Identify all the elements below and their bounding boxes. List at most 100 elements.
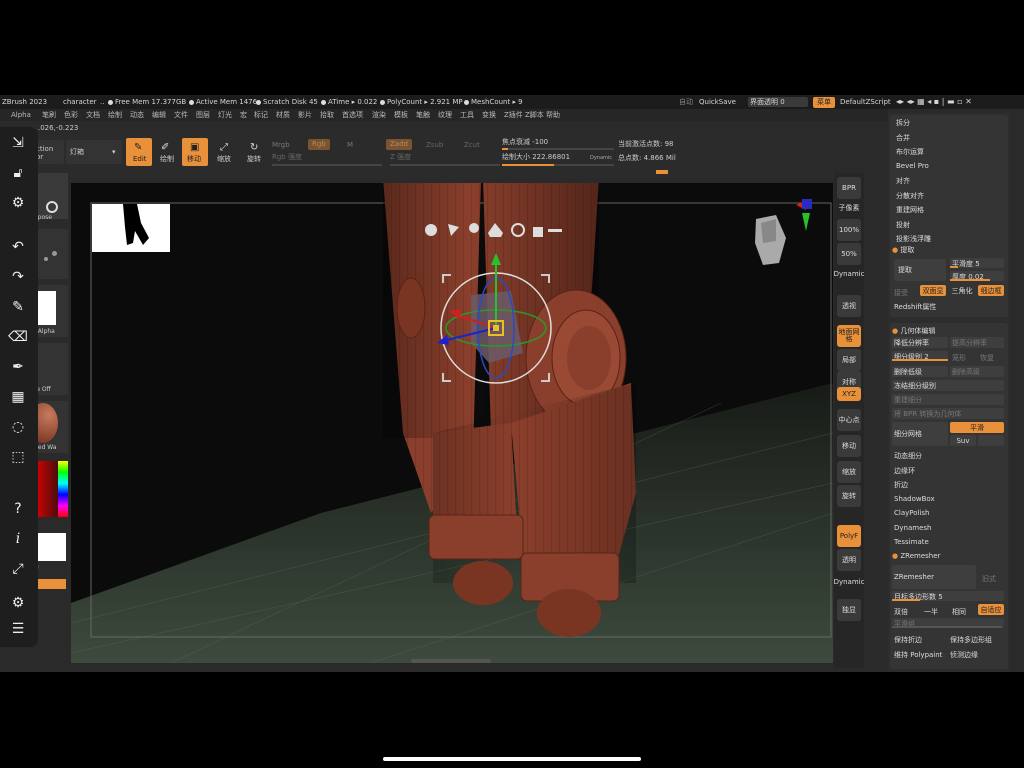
- menu-item[interactable]: 文档: [86, 112, 100, 119]
- eraser-icon[interactable]: ⌫: [8, 327, 28, 347]
- suv-toggle[interactable]: Suv: [950, 435, 976, 446]
- right-shelf-button[interactable]: BPR: [837, 177, 861, 199]
- triangulate-button[interactable]: 三角化: [949, 285, 975, 296]
- geometry-subpalette-item[interactable]: 动态细分: [894, 451, 922, 461]
- keep-polypaint-button[interactable]: 维持 Polypaint: [894, 650, 942, 660]
- material-thumbnail[interactable]: Red Wa: [28, 401, 68, 453]
- menu-button[interactable]: 菜单: [813, 97, 835, 108]
- redshift-properties[interactable]: Redshift属性: [894, 302, 936, 312]
- menu-item[interactable]: 图层: [196, 112, 210, 119]
- subtool-function-item[interactable]: 投影浅浮雕: [896, 234, 931, 244]
- hue-bar[interactable]: [58, 461, 68, 517]
- menu-item[interactable]: 标记: [254, 112, 268, 119]
- detect-edges-button[interactable]: 侦测边缘: [950, 650, 978, 660]
- help-icon[interactable]: ?: [8, 499, 28, 519]
- right-shelf-button[interactable]: 局部: [837, 349, 861, 371]
- menu-item[interactable]: 色彩: [64, 112, 78, 119]
- legacy-button[interactable]: 旧式: [982, 574, 996, 584]
- menu-item[interactable]: Alpha: [11, 112, 31, 119]
- marquee-icon[interactable]: ⬚: [8, 447, 28, 467]
- z-intensity-slider[interactable]: Z 强度: [390, 154, 411, 161]
- lower-res-button[interactable]: 降低分辨率: [892, 337, 948, 348]
- menu-item[interactable]: 工具: [460, 112, 474, 119]
- extract-accept-button[interactable]: 接受: [894, 288, 908, 298]
- geometry-subpalette-item[interactable]: 折边: [894, 480, 908, 490]
- divide-button[interactable]: 细分网格: [892, 422, 948, 446]
- menu-item[interactable]: Z脚本: [525, 112, 544, 119]
- subtool-function-item[interactable]: 投射: [896, 220, 910, 230]
- lasso-icon[interactable]: ◌: [8, 417, 28, 437]
- lightbox-button[interactable]: 灯箱 ▾: [66, 140, 122, 164]
- subtool-function-item[interactable]: 拆分: [896, 118, 910, 128]
- extract-thickness-slider[interactable]: 厚度 0.02: [950, 271, 1004, 281]
- brush-icon[interactable]: ✎: [8, 297, 28, 317]
- pen-icon[interactable]: ✒: [8, 357, 28, 377]
- expand-icon[interactable]: ⤢: [8, 559, 28, 579]
- zsub-button[interactable]: Zsub: [426, 142, 443, 149]
- shelf-scroll-indicator[interactable]: [656, 170, 668, 174]
- draw-button[interactable]: ✐ 绘制: [156, 138, 178, 166]
- right-shelf-button[interactable]: 子像素: [837, 201, 861, 215]
- geometry-section-title[interactable]: ● 几何体编辑: [892, 326, 935, 336]
- subtool-function-item[interactable]: 合并: [896, 133, 910, 143]
- right-shelf-button[interactable]: PolyF: [837, 525, 861, 547]
- extract-smooth-slider[interactable]: 平滑度 5: [950, 258, 1004, 268]
- right-shelf-button[interactable]: Dynamic: [834, 267, 865, 281]
- pose-thumbnail[interactable]: apose: [34, 173, 68, 221]
- gizmo-settings-icon[interactable]: [425, 224, 437, 236]
- menu-item[interactable]: 模板: [394, 112, 408, 119]
- right-shelf-button[interactable]: 缩放: [837, 461, 861, 483]
- gizmo-location-icon[interactable]: [469, 223, 479, 233]
- scale-button[interactable]: ⤢ 缩放: [212, 138, 238, 166]
- bpr-to-geo-button[interactable]: 将 BPR 转换为几何体: [892, 408, 1004, 419]
- menu-item[interactable]: 宏: [240, 112, 247, 119]
- subtool-function-item[interactable]: 布尔运算: [896, 147, 924, 157]
- gizmo-dash-icon[interactable]: [548, 229, 562, 232]
- cage-button[interactable]: 笼形: [952, 353, 966, 363]
- rgb-intensity-slider[interactable]: Rgb 强度: [272, 154, 302, 161]
- reproject-button[interactable]: 重建细分: [892, 394, 1004, 405]
- right-shelf-button[interactable]: 地面网格: [837, 325, 861, 347]
- edit-button[interactable]: ✎ Edit: [126, 138, 152, 166]
- m-button[interactable]: M: [347, 142, 353, 149]
- axis-indicator[interactable]: [796, 199, 812, 231]
- default-zscript[interactable]: DefaultZScript: [840, 99, 891, 106]
- adaptive-size-slider[interactable]: 平滑组: [892, 618, 1004, 628]
- delete-higher-button[interactable]: 删除高级: [950, 366, 1004, 377]
- menu-item[interactable]: 影片: [298, 112, 312, 119]
- alpha-thumbnail[interactable]: hAlpha: [34, 285, 68, 337]
- stroke-thumbnail[interactable]: [34, 229, 68, 279]
- higher-res-button[interactable]: 提高分辨率: [950, 337, 1004, 348]
- keep-groups-button[interactable]: 保持多边形组: [950, 635, 992, 645]
- main-color-swatch[interactable]: [38, 533, 66, 561]
- menu-item[interactable]: 材质: [276, 112, 290, 119]
- right-shelf-button[interactable]: 50%: [837, 243, 861, 265]
- move-button[interactable]: ▣ 移动: [182, 138, 208, 166]
- half-button[interactable]: 一半: [924, 607, 938, 617]
- menu-item[interactable]: 编辑: [152, 112, 166, 119]
- navigation-head[interactable]: [755, 215, 786, 265]
- settings-gear-icon[interactable]: ⚙: [8, 193, 28, 213]
- menu-item[interactable]: 首选项: [342, 112, 363, 119]
- gizmo-lock-icon[interactable]: [533, 227, 543, 237]
- interface-transparency-slider[interactable]: 界面透明 0: [748, 97, 808, 107]
- info-icon[interactable]: i: [8, 529, 28, 549]
- focal-shift-slider[interactable]: 焦点衰减 -100: [502, 139, 548, 146]
- subtool-function-item[interactable]: 对齐: [896, 176, 910, 186]
- right-shelf-button[interactable]: 旋转: [837, 485, 861, 507]
- menu-item[interactable]: 灯光: [218, 112, 232, 119]
- quicksave-button[interactable]: QuickSave: [699, 99, 736, 106]
- menu-item[interactable]: 拾取: [320, 112, 334, 119]
- adaptive-toggle[interactable]: 自适应: [978, 604, 1004, 615]
- zcut-button[interactable]: Zcut: [464, 142, 480, 149]
- subtool-function-item[interactable]: Bevel Pro: [896, 162, 929, 170]
- right-shelf-button[interactable]: 透明: [837, 549, 861, 571]
- color-picker[interactable]: [34, 461, 68, 517]
- geometry-subpalette-item[interactable]: ClayPolish: [894, 509, 930, 517]
- color-switch-button[interactable]: [34, 579, 66, 589]
- rotate-button[interactable]: ↻ 旋转: [242, 138, 268, 166]
- extract-button[interactable]: 提取: [894, 259, 946, 281]
- same-button[interactable]: 相同: [952, 607, 966, 617]
- menu-item[interactable]: 渲染: [372, 112, 386, 119]
- grid-icon[interactable]: ▦: [8, 387, 28, 407]
